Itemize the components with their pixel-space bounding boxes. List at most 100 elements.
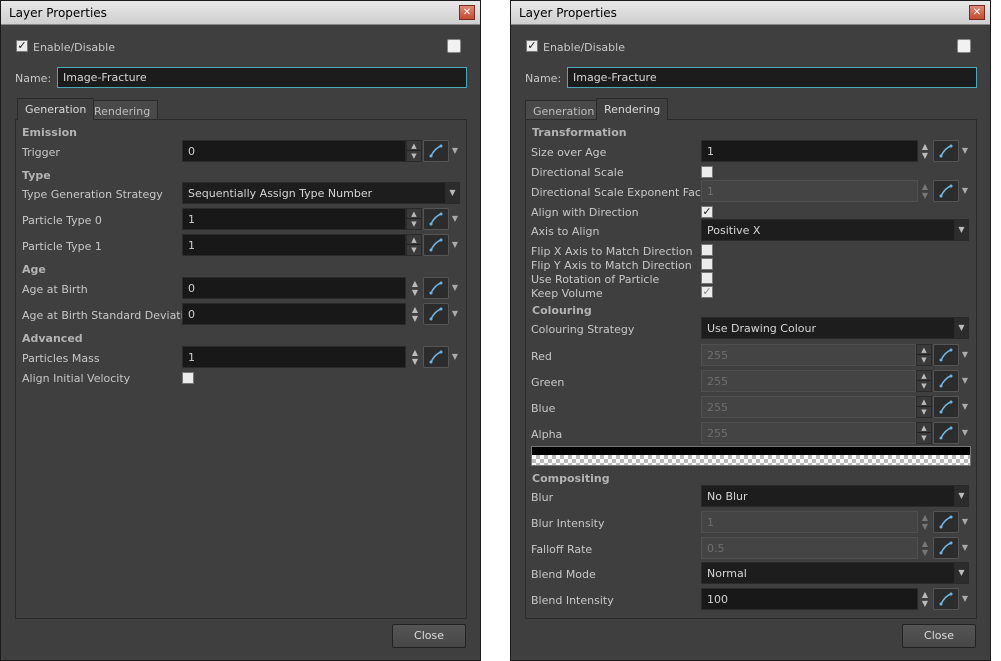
particle-type-0-field[interactable]: 1 [182, 208, 406, 230]
function-menu-arrow-icon[interactable]: ▼ [960, 180, 970, 202]
red-spinner[interactable]: ▲ ▼ [916, 344, 932, 366]
falloff-field[interactable]: 0.5 [701, 537, 918, 559]
blur-intensity-field[interactable]: 1 [701, 511, 918, 533]
spin-up-icon[interactable]: ▲ [407, 235, 421, 245]
tab-rendering[interactable]: Rendering [596, 98, 669, 120]
spin-up-icon[interactable]: ▲ [407, 141, 421, 151]
blue-spinner[interactable]: ▲ ▼ [916, 396, 932, 418]
blend-intensity-spinner[interactable]: ▲ ▼ [918, 588, 932, 610]
function-curve-button[interactable] [423, 303, 449, 325]
spin-up-icon[interactable]: ▲ [412, 348, 418, 357]
function-menu-arrow-icon[interactable]: ▼ [450, 277, 460, 299]
particle-type-1-field[interactable]: 1 [182, 234, 406, 256]
type-strategy-dropdown[interactable]: Sequentially Assign Type Number ▼ [182, 182, 460, 204]
enable-checkbox[interactable]: ✓ [526, 40, 538, 52]
spin-down-icon[interactable]: ▼ [917, 355, 931, 365]
close-window-button[interactable]: ✕ [969, 5, 985, 20]
function-curve-button[interactable] [933, 180, 959, 202]
function-menu-arrow-icon[interactable]: ▼ [960, 370, 970, 392]
spin-down-icon[interactable]: ▼ [917, 433, 931, 443]
spin-down-icon[interactable]: ▼ [412, 314, 418, 323]
spin-up-icon[interactable]: ▲ [917, 345, 931, 355]
blue-field[interactable]: 255 [701, 396, 916, 418]
spin-up-icon[interactable]: ▲ [922, 539, 928, 548]
age-birth-field[interactable]: 0 [182, 277, 406, 299]
function-curve-button[interactable] [933, 140, 959, 162]
function-menu-arrow-icon[interactable]: ▼ [960, 511, 970, 533]
function-curve-button[interactable] [423, 277, 449, 299]
name-field[interactable]: Image-Fracture [57, 67, 467, 88]
close-button[interactable]: Close [392, 624, 466, 648]
function-menu-arrow-icon[interactable]: ▼ [450, 234, 460, 256]
directional-exponent-field[interactable]: 1 [701, 180, 918, 202]
function-menu-arrow-icon[interactable]: ▼ [960, 588, 970, 610]
tab-generation[interactable]: Generation [525, 100, 603, 121]
alpha-spinner[interactable]: ▲ ▼ [916, 422, 932, 444]
function-curve-button[interactable] [933, 537, 959, 559]
function-menu-arrow-icon[interactable]: ▼ [960, 344, 970, 366]
function-curve-button[interactable] [423, 208, 449, 230]
spin-down-icon[interactable]: ▼ [922, 522, 928, 531]
particle-type-1-spinner[interactable]: ▲ ▼ [406, 234, 422, 256]
function-menu-arrow-icon[interactable]: ▼ [450, 303, 460, 325]
colour-swatch[interactable] [531, 446, 971, 466]
function-menu-arrow-icon[interactable]: ▼ [960, 537, 970, 559]
tab-rendering[interactable]: Rendering [86, 100, 159, 121]
name-field[interactable]: Image-Fracture [567, 67, 977, 88]
function-menu-arrow-icon[interactable]: ▼ [960, 422, 970, 444]
blur-intensity-spinner[interactable]: ▲ ▼ [918, 511, 932, 533]
function-menu-arrow-icon[interactable]: ▼ [960, 396, 970, 418]
spin-down-icon[interactable]: ▼ [922, 548, 928, 557]
function-menu-arrow-icon[interactable]: ▼ [450, 346, 460, 368]
blend-mode-dropdown[interactable]: Normal ▼ [701, 562, 969, 584]
spin-down-icon[interactable]: ▼ [407, 219, 421, 229]
spin-down-icon[interactable]: ▼ [412, 288, 418, 297]
directional-scale-checkbox[interactable] [701, 166, 713, 178]
function-curve-button[interactable] [933, 588, 959, 610]
size-age-spinner[interactable]: ▲ ▼ [918, 140, 932, 162]
function-curve-button[interactable] [423, 140, 449, 162]
spin-up-icon[interactable]: ▲ [917, 423, 931, 433]
green-spinner[interactable]: ▲ ▼ [916, 370, 932, 392]
flip-y-checkbox[interactable] [701, 258, 713, 270]
spin-down-icon[interactable]: ▼ [922, 151, 928, 160]
particle-type-0-spinner[interactable]: ▲ ▼ [406, 208, 422, 230]
spin-up-icon[interactable]: ▲ [407, 209, 421, 219]
enable-swatch-checkbox[interactable] [957, 39, 971, 53]
spin-up-icon[interactable]: ▲ [412, 305, 418, 314]
alpha-field[interactable]: 255 [701, 422, 916, 444]
axis-align-dropdown[interactable]: Positive X ▼ [701, 219, 969, 241]
trigger-field[interactable]: 0 [182, 140, 406, 162]
green-field[interactable]: 255 [701, 370, 916, 392]
size-age-field[interactable]: 1 [701, 140, 918, 162]
function-curve-button[interactable] [933, 396, 959, 418]
spin-down-icon[interactable]: ▼ [412, 357, 418, 366]
spin-down-icon[interactable]: ▼ [917, 381, 931, 391]
use-rotation-checkbox[interactable] [701, 272, 713, 284]
function-curve-button[interactable] [423, 346, 449, 368]
function-menu-arrow-icon[interactable]: ▼ [450, 140, 460, 162]
blur-dropdown[interactable]: No Blur ▼ [701, 485, 969, 507]
spin-up-icon[interactable]: ▲ [922, 590, 928, 599]
blend-intensity-field[interactable]: 100 [701, 588, 918, 610]
function-menu-arrow-icon[interactable]: ▼ [450, 208, 460, 230]
trigger-spinner[interactable]: ▲ ▼ [406, 140, 422, 162]
spin-up-icon[interactable]: ▲ [922, 142, 928, 151]
spin-up-icon[interactable]: ▲ [917, 397, 931, 407]
spin-up-icon[interactable]: ▲ [917, 371, 931, 381]
age-std-spinner[interactable]: ▲ ▼ [408, 303, 422, 325]
spin-down-icon[interactable]: ▼ [407, 245, 421, 255]
flip-x-checkbox[interactable] [701, 244, 713, 256]
falloff-spinner[interactable]: ▲ ▼ [918, 537, 932, 559]
function-curve-button[interactable] [933, 511, 959, 533]
function-curve-button[interactable] [933, 422, 959, 444]
colouring-strategy-dropdown[interactable]: Use Drawing Colour ▼ [701, 317, 969, 339]
directional-exponent-spinner[interactable]: ▲ ▼ [918, 180, 932, 202]
spin-up-icon[interactable]: ▲ [922, 513, 928, 522]
red-field[interactable]: 255 [701, 344, 916, 366]
enable-checkbox[interactable]: ✓ [16, 40, 28, 52]
spin-down-icon[interactable]: ▼ [407, 151, 421, 161]
align-direction-checkbox[interactable]: ✓ [701, 206, 713, 218]
particles-mass-field[interactable]: 1 [182, 346, 406, 368]
age-std-field[interactable]: 0 [182, 303, 406, 325]
